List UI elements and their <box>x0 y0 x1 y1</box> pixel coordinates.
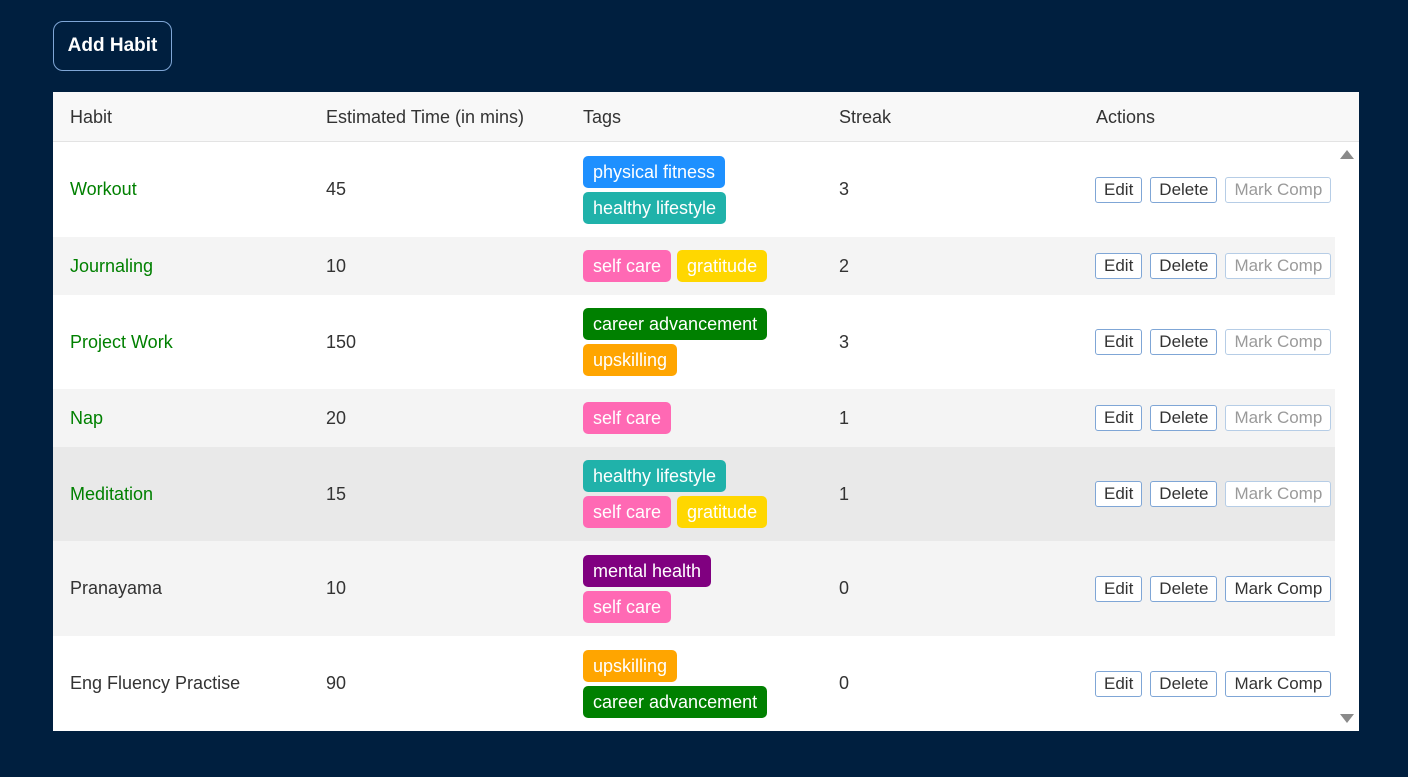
habit-name: Eng Fluency Practise <box>70 673 241 693</box>
tag-badge: gratitude <box>677 250 768 282</box>
estimated-time-value: 90 <box>326 673 347 693</box>
tags-cell: physical fitness healthy lifestyle <box>583 142 823 237</box>
header-habit: Habit <box>70 107 113 127</box>
edit-button[interactable]: Edit <box>1095 670 1143 697</box>
habit-name: Workout <box>70 179 137 199</box>
estimated-time-value: 10 <box>326 255 347 276</box>
habit-name: Pranayama <box>70 578 163 598</box>
habit-name: Project Work <box>70 331 173 352</box>
table-row[interactable]: Journaling 10 self care gratitude 2 Edit Delet… <box>53 237 1335 295</box>
habits-table: Habit Estimated Time (in mins) Tags Stre… <box>53 92 1359 731</box>
tag-badge: career advancement <box>583 685 768 718</box>
tag-badge: gratitude <box>677 496 768 528</box>
estimated-time-value: 150 <box>326 331 357 352</box>
estimated-time-value: 45 <box>326 179 347 199</box>
delete-button[interactable]: Delete <box>1150 329 1218 355</box>
tag-badge: self care <box>583 402 672 434</box>
estimated-time-value: 10 <box>326 578 347 598</box>
header-estimated-time: Estimated Time (in mins) <box>326 107 525 127</box>
tags-cell: self care gratitude <box>583 237 823 295</box>
habit-name: Journaling <box>70 255 154 276</box>
edit-button[interactable]: Edit <box>1095 575 1143 602</box>
tag-badge: healthy lifestyle <box>583 460 727 492</box>
mark-complete-button[interactable]: Mark Comp <box>1225 481 1332 507</box>
tag-badge: mental health <box>583 554 712 587</box>
table-row[interactable]: Meditation 15 healthy lifestyle self care gr… <box>53 447 1335 541</box>
estimated-time-value: 20 <box>326 407 347 428</box>
tag-badge: upskilling <box>583 344 678 376</box>
header-tags: Tags <box>583 107 622 127</box>
tags-cell: upskilling career advancement <box>583 636 823 731</box>
header-actions: Actions <box>1096 107 1156 127</box>
habit-name: Nap <box>70 407 104 428</box>
tag-badge: physical fitness <box>583 155 726 188</box>
tag-badge: self care <box>583 496 672 528</box>
edit-button[interactable]: Edit <box>1095 176 1143 203</box>
delete-button[interactable]: Delete <box>1150 405 1218 431</box>
table-row[interactable]: Nap 20 self care 1 Edit Delete Mark Comp <box>53 389 1335 447</box>
tags-cell: career advancement upskilling <box>583 295 823 389</box>
mark-complete-button[interactable]: Mark Comp <box>1225 405 1332 431</box>
header-streak: Streak <box>839 107 892 127</box>
habit-name: Meditation <box>70 483 154 504</box>
edit-button[interactable]: Edit <box>1095 405 1143 431</box>
streak-value: 2 <box>839 255 850 276</box>
table-header: Habit Estimated Time (in mins) Tags Stre… <box>53 92 1359 142</box>
tag-badge: self care <box>583 250 672 282</box>
table-row[interactable]: Workout 45 physical fitness healthy lifesty… <box>53 142 1335 237</box>
add-habit-button[interactable]: Add Habit <box>53 21 172 71</box>
estimated-time-value: 15 <box>326 483 347 504</box>
streak-value: 1 <box>839 483 850 504</box>
edit-button[interactable]: Edit <box>1095 253 1143 279</box>
delete-button[interactable]: Delete <box>1150 176 1218 203</box>
vertical-scrollbar[interactable] <box>1335 142 1359 731</box>
delete-button[interactable]: Delete <box>1150 253 1218 279</box>
table-row[interactable]: Eng Fluency Practise 90 upskilling career a… <box>53 636 1335 731</box>
table-row[interactable]: Project Work 150 career advancement upskill… <box>53 295 1335 389</box>
table-body[interactable]: Workout 45 physical fitness healthy lifesty… <box>53 142 1335 731</box>
delete-button[interactable]: Delete <box>1150 481 1218 507</box>
mark-complete-button[interactable]: Mark Comp <box>1225 575 1332 602</box>
tag-badge: self care <box>583 590 672 623</box>
streak-value: 1 <box>839 407 850 428</box>
streak-value: 0 <box>839 578 850 598</box>
streak-value: 3 <box>839 179 850 199</box>
table-row[interactable]: Pranayama 10 mental health self care 0 Edit De… <box>53 541 1335 636</box>
tag-badge: career advancement <box>583 308 768 340</box>
streak-value: 3 <box>839 331 850 352</box>
mark-complete-button[interactable]: Mark Comp <box>1225 329 1332 355</box>
tags-cell: self care <box>583 389 823 447</box>
delete-button[interactable]: Delete <box>1150 670 1218 697</box>
tags-cell: mental health self care <box>583 541 823 636</box>
tag-badge: healthy lifestyle <box>583 191 727 224</box>
mark-complete-button[interactable]: Mark Comp <box>1225 670 1332 697</box>
edit-button[interactable]: Edit <box>1095 329 1143 355</box>
caret-down-icon[interactable] <box>1340 714 1354 723</box>
mark-complete-button[interactable]: Mark Comp <box>1225 176 1332 203</box>
mark-complete-button[interactable]: Mark Comp <box>1225 253 1332 279</box>
caret-up-icon[interactable] <box>1340 150 1354 159</box>
tags-cell: healthy lifestyle self care gratitude <box>583 447 823 541</box>
delete-button[interactable]: Delete <box>1150 575 1218 602</box>
streak-value: 0 <box>839 673 850 693</box>
edit-button[interactable]: Edit <box>1095 481 1143 507</box>
tag-badge: upskilling <box>583 649 678 682</box>
